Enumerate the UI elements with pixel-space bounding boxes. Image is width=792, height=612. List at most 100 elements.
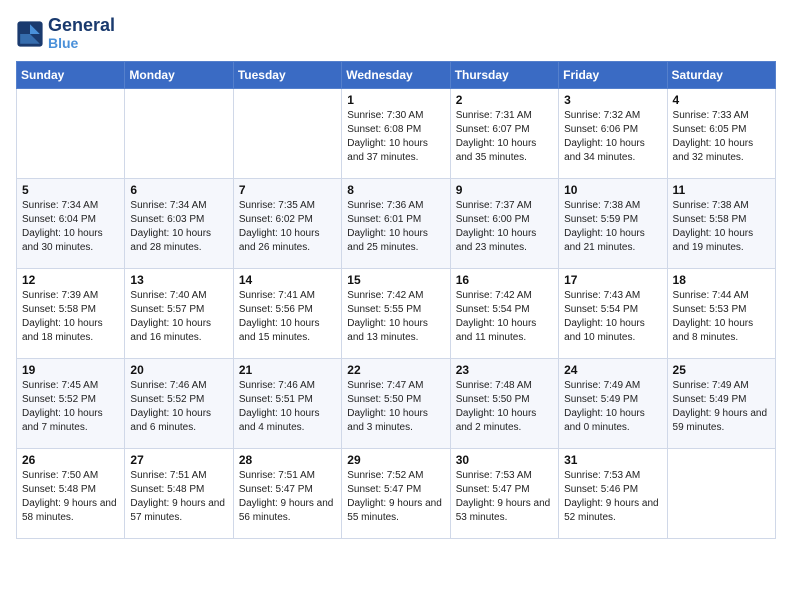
calendar-day-12: 12 Sunrise: 7:39 AM Sunset: 5:58 PM Dayl… [17, 269, 125, 359]
day-number: 2 [456, 93, 553, 107]
day-info: Sunrise: 7:30 AM Sunset: 6:08 PM Dayligh… [347, 109, 444, 165]
calendar-day-18: 18 Sunrise: 7:44 AM Sunset: 5:53 PM Dayl… [667, 269, 775, 359]
day-number: 26 [22, 453, 119, 467]
calendar-week-3: 12 Sunrise: 7:39 AM Sunset: 5:58 PM Dayl… [17, 269, 776, 359]
day-number: 9 [456, 183, 553, 197]
calendar-day-2: 2 Sunrise: 7:31 AM Sunset: 6:07 PM Dayli… [450, 89, 558, 179]
day-info: Sunrise: 7:42 AM Sunset: 5:54 PM Dayligh… [456, 289, 553, 345]
calendar-day-17: 17 Sunrise: 7:43 AM Sunset: 5:54 PM Dayl… [559, 269, 667, 359]
calendar-day-24: 24 Sunrise: 7:49 AM Sunset: 5:49 PM Dayl… [559, 359, 667, 449]
calendar-day-8: 8 Sunrise: 7:36 AM Sunset: 6:01 PM Dayli… [342, 179, 450, 269]
day-info: Sunrise: 7:35 AM Sunset: 6:02 PM Dayligh… [239, 199, 336, 255]
calendar-day-16: 16 Sunrise: 7:42 AM Sunset: 5:54 PM Dayl… [450, 269, 558, 359]
day-info: Sunrise: 7:34 AM Sunset: 6:04 PM Dayligh… [22, 199, 119, 255]
day-number: 28 [239, 453, 336, 467]
logo-text: General Blue [48, 16, 115, 51]
day-info: Sunrise: 7:53 AM Sunset: 5:46 PM Dayligh… [564, 469, 661, 525]
day-number: 30 [456, 453, 553, 467]
day-info: Sunrise: 7:44 AM Sunset: 5:53 PM Dayligh… [673, 289, 770, 345]
calendar-day-15: 15 Sunrise: 7:42 AM Sunset: 5:55 PM Dayl… [342, 269, 450, 359]
day-info: Sunrise: 7:43 AM Sunset: 5:54 PM Dayligh… [564, 289, 661, 345]
day-number: 3 [564, 93, 661, 107]
calendar-day-29: 29 Sunrise: 7:52 AM Sunset: 5:47 PM Dayl… [342, 449, 450, 539]
day-info: Sunrise: 7:31 AM Sunset: 6:07 PM Dayligh… [456, 109, 553, 165]
day-info: Sunrise: 7:32 AM Sunset: 6:06 PM Dayligh… [564, 109, 661, 165]
day-number: 4 [673, 93, 770, 107]
day-info: Sunrise: 7:39 AM Sunset: 5:58 PM Dayligh… [22, 289, 119, 345]
empty-cell [233, 89, 341, 179]
day-number: 17 [564, 273, 661, 287]
day-number: 23 [456, 363, 553, 377]
calendar-day-5: 5 Sunrise: 7:34 AM Sunset: 6:04 PM Dayli… [17, 179, 125, 269]
day-info: Sunrise: 7:37 AM Sunset: 6:00 PM Dayligh… [456, 199, 553, 255]
weekday-saturday: Saturday [667, 62, 775, 89]
calendar-day-9: 9 Sunrise: 7:37 AM Sunset: 6:00 PM Dayli… [450, 179, 558, 269]
day-number: 11 [673, 183, 770, 197]
day-info: Sunrise: 7:38 AM Sunset: 5:59 PM Dayligh… [564, 199, 661, 255]
day-number: 6 [130, 183, 227, 197]
calendar-day-3: 3 Sunrise: 7:32 AM Sunset: 6:06 PM Dayli… [559, 89, 667, 179]
calendar-day-19: 19 Sunrise: 7:45 AM Sunset: 5:52 PM Dayl… [17, 359, 125, 449]
calendar-table: SundayMondayTuesdayWednesdayThursdayFrid… [16, 61, 776, 539]
day-number: 22 [347, 363, 444, 377]
day-info: Sunrise: 7:47 AM Sunset: 5:50 PM Dayligh… [347, 379, 444, 435]
logo: General Blue [16, 16, 115, 51]
calendar-day-30: 30 Sunrise: 7:53 AM Sunset: 5:47 PM Dayl… [450, 449, 558, 539]
day-number: 14 [239, 273, 336, 287]
logo-icon [16, 20, 44, 48]
calendar-day-28: 28 Sunrise: 7:51 AM Sunset: 5:47 PM Dayl… [233, 449, 341, 539]
weekday-friday: Friday [559, 62, 667, 89]
day-number: 29 [347, 453, 444, 467]
calendar-day-6: 6 Sunrise: 7:34 AM Sunset: 6:03 PM Dayli… [125, 179, 233, 269]
empty-cell [17, 89, 125, 179]
weekday-tuesday: Tuesday [233, 62, 341, 89]
calendar-day-23: 23 Sunrise: 7:48 AM Sunset: 5:50 PM Dayl… [450, 359, 558, 449]
calendar-day-20: 20 Sunrise: 7:46 AM Sunset: 5:52 PM Dayl… [125, 359, 233, 449]
day-info: Sunrise: 7:38 AM Sunset: 5:58 PM Dayligh… [673, 199, 770, 255]
day-number: 7 [239, 183, 336, 197]
day-info: Sunrise: 7:46 AM Sunset: 5:52 PM Dayligh… [130, 379, 227, 435]
day-number: 5 [22, 183, 119, 197]
day-number: 15 [347, 273, 444, 287]
day-number: 12 [22, 273, 119, 287]
day-number: 13 [130, 273, 227, 287]
weekday-monday: Monday [125, 62, 233, 89]
day-number: 10 [564, 183, 661, 197]
day-info: Sunrise: 7:49 AM Sunset: 5:49 PM Dayligh… [673, 379, 770, 435]
calendar-day-10: 10 Sunrise: 7:38 AM Sunset: 5:59 PM Dayl… [559, 179, 667, 269]
day-number: 8 [347, 183, 444, 197]
empty-cell [125, 89, 233, 179]
day-info: Sunrise: 7:50 AM Sunset: 5:48 PM Dayligh… [22, 469, 119, 525]
day-number: 20 [130, 363, 227, 377]
calendar-day-7: 7 Sunrise: 7:35 AM Sunset: 6:02 PM Dayli… [233, 179, 341, 269]
calendar-day-26: 26 Sunrise: 7:50 AM Sunset: 5:48 PM Dayl… [17, 449, 125, 539]
calendar-day-13: 13 Sunrise: 7:40 AM Sunset: 5:57 PM Dayl… [125, 269, 233, 359]
weekday-header-row: SundayMondayTuesdayWednesdayThursdayFrid… [17, 62, 776, 89]
day-number: 18 [673, 273, 770, 287]
day-info: Sunrise: 7:34 AM Sunset: 6:03 PM Dayligh… [130, 199, 227, 255]
day-number: 1 [347, 93, 444, 107]
day-info: Sunrise: 7:45 AM Sunset: 5:52 PM Dayligh… [22, 379, 119, 435]
page-header: General Blue [16, 16, 776, 51]
weekday-wednesday: Wednesday [342, 62, 450, 89]
day-info: Sunrise: 7:46 AM Sunset: 5:51 PM Dayligh… [239, 379, 336, 435]
weekday-thursday: Thursday [450, 62, 558, 89]
day-info: Sunrise: 7:52 AM Sunset: 5:47 PM Dayligh… [347, 469, 444, 525]
calendar-day-1: 1 Sunrise: 7:30 AM Sunset: 6:08 PM Dayli… [342, 89, 450, 179]
day-number: 19 [22, 363, 119, 377]
day-info: Sunrise: 7:42 AM Sunset: 5:55 PM Dayligh… [347, 289, 444, 345]
day-number: 25 [673, 363, 770, 377]
calendar-day-21: 21 Sunrise: 7:46 AM Sunset: 5:51 PM Dayl… [233, 359, 341, 449]
calendar-week-4: 19 Sunrise: 7:45 AM Sunset: 5:52 PM Dayl… [17, 359, 776, 449]
calendar-day-11: 11 Sunrise: 7:38 AM Sunset: 5:58 PM Dayl… [667, 179, 775, 269]
day-number: 21 [239, 363, 336, 377]
calendar-week-5: 26 Sunrise: 7:50 AM Sunset: 5:48 PM Dayl… [17, 449, 776, 539]
day-number: 24 [564, 363, 661, 377]
empty-cell [667, 449, 775, 539]
calendar-day-14: 14 Sunrise: 7:41 AM Sunset: 5:56 PM Dayl… [233, 269, 341, 359]
day-info: Sunrise: 7:36 AM Sunset: 6:01 PM Dayligh… [347, 199, 444, 255]
day-info: Sunrise: 7:49 AM Sunset: 5:49 PM Dayligh… [564, 379, 661, 435]
day-number: 31 [564, 453, 661, 467]
day-info: Sunrise: 7:53 AM Sunset: 5:47 PM Dayligh… [456, 469, 553, 525]
day-number: 27 [130, 453, 227, 467]
